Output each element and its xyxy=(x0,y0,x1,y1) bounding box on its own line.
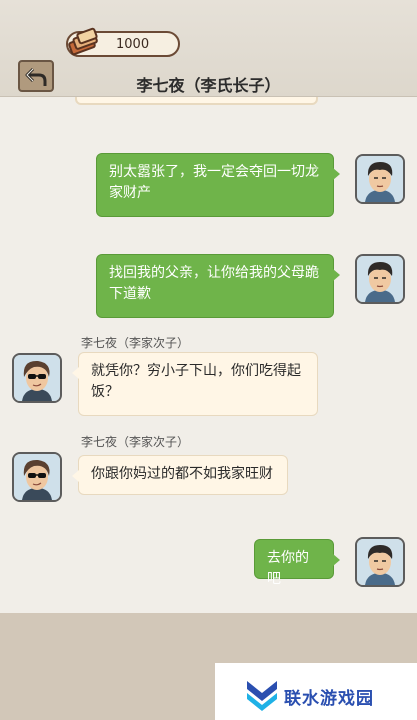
message-bubble: 找回我的父亲，让你给我的父母跪下道歉 xyxy=(96,254,340,318)
top-bar: 1000 李七夜（李氏长子） xyxy=(0,0,417,97)
player-avatar xyxy=(355,254,405,304)
sunglasses-man-avatar-icon xyxy=(14,454,60,500)
message-bubble: 你跟你妈过的都不如我家旺财 xyxy=(72,455,288,495)
player-avatar xyxy=(355,537,405,587)
watermark: 联水游戏园 xyxy=(244,677,414,713)
watermark-text: 联水游戏园 xyxy=(284,689,374,709)
watermark-logo-icon xyxy=(247,681,277,711)
cash-stack-icon xyxy=(68,27,98,56)
coin-value: 1000 xyxy=(116,37,150,52)
message-text: 去你的吧 xyxy=(267,550,309,587)
chat-area[interactable]: 别太嚣张了，我一定会夺回一切龙家财产 找回我的父亲，让你给我的父母跪下道歉 李七… xyxy=(0,97,417,613)
message-bubble: 别太嚣张了，我一定会夺回一切龙家财产 xyxy=(96,153,340,217)
message-bubble: 就凭你？穷小子下山，你们吃得起饭？ xyxy=(72,352,318,416)
message-text: 就凭你？穷小子下山，你们吃得起饭？ xyxy=(91,363,301,400)
young-man-avatar-icon xyxy=(357,156,403,202)
coin-counter: 1000 xyxy=(66,27,180,57)
message-text: 你跟你妈过的都不如我家旺财 xyxy=(91,466,273,482)
player-avatar xyxy=(355,154,405,204)
young-man-avatar-icon xyxy=(357,256,403,302)
rival-avatar xyxy=(12,452,62,502)
sender-name: 李七夜（李家次子） xyxy=(81,435,190,449)
young-man-avatar-icon xyxy=(357,539,403,585)
message-bubble: 去你的吧 xyxy=(254,539,340,587)
message-text: 找回我的父亲，让你给我的父母跪下道歉 xyxy=(109,265,319,302)
rival-avatar xyxy=(12,353,62,403)
sunglasses-man-avatar-icon xyxy=(14,355,60,401)
message-text: 别太嚣张了，我一定会夺回一切龙家财产 xyxy=(109,164,319,201)
page-title: 李七夜（李氏长子） xyxy=(136,76,281,95)
previous-message-bubble xyxy=(75,97,318,105)
sender-name: 李七夜（李家次子） xyxy=(81,336,190,350)
